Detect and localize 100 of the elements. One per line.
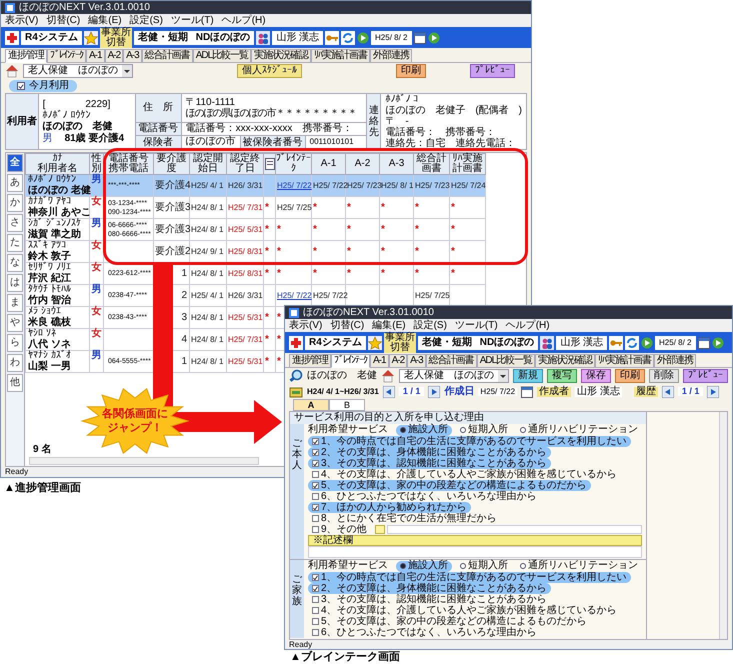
tab[interactable]: ﾘﾊ実施計画書	[595, 354, 654, 368]
action-button[interactable]: ﾌﾟﾚﾋﾞｭｰ	[470, 64, 515, 78]
menu-item[interactable]: ヘルプ(H)	[506, 320, 550, 330]
radio-option[interactable]: 短期入所	[456, 424, 512, 436]
menu-item[interactable]: 表示(V)	[5, 16, 38, 26]
index-tab[interactable]: た	[7, 234, 23, 252]
date-field[interactable]: H25/ 8/ 2	[371, 30, 412, 44]
action-button[interactable]: 削除	[649, 369, 679, 383]
checkbox-option[interactable]: 6、ひとつふたつではなく、いろいろな理由から	[308, 491, 541, 502]
tab[interactable]: A-2	[104, 49, 124, 63]
previous-icon[interactable]	[662, 386, 674, 398]
next-icon[interactable]	[428, 386, 440, 398]
filter-chip[interactable]: 今月利用	[9, 80, 77, 92]
index-tab[interactable]: 他	[7, 374, 23, 392]
index-tab[interactable]: 全	[7, 154, 23, 172]
tab[interactable]: 総合計画書	[426, 354, 477, 368]
menu-item[interactable]: 表示(V)	[289, 320, 322, 330]
tab[interactable]: 実施状況確認	[535, 354, 596, 368]
index-tab[interactable]: か	[7, 194, 23, 212]
index-tab[interactable]: な	[7, 254, 23, 272]
checkbox-option[interactable]: 6、ひとつふたつではなく、いろいろな理由から	[308, 627, 541, 638]
menu-item[interactable]: 編集(E)	[88, 16, 122, 26]
tab[interactable]: ﾌﾞﾚｲﾝﾃｰｸ	[47, 49, 86, 63]
index-tab[interactable]: ら	[7, 334, 23, 352]
office-switch-button[interactable]: 事業所切替	[384, 332, 416, 352]
next-icon[interactable]	[707, 386, 720, 398]
author-field[interactable]: 山形 漢志	[575, 386, 622, 396]
calendar-icon[interactable]	[414, 32, 426, 44]
checkbox-option[interactable]: 1、今の時点では自宅の生活に支障があるのでサービスを利用したい	[308, 572, 631, 583]
service-dropdown[interactable]: 老人保健 ほのぼの	[23, 64, 133, 78]
menu-item[interactable]: 切替(C)	[330, 320, 364, 330]
previous-icon[interactable]	[382, 386, 395, 398]
action-button[interactable]: 印刷	[615, 369, 645, 383]
tab[interactable]: A-1	[370, 354, 389, 368]
key-icon[interactable]	[609, 336, 624, 350]
toolbox-icon[interactable]	[289, 384, 303, 398]
people-icon[interactable]	[540, 336, 554, 350]
refresh-icon[interactable]	[341, 30, 356, 44]
refresh-icon[interactable]	[625, 336, 640, 350]
index-tab[interactable]: わ	[7, 354, 23, 372]
index-tab[interactable]: は	[7, 274, 23, 292]
menu-item[interactable]: 設定(S)	[130, 16, 163, 26]
radio-option[interactable]: 短期入所	[456, 560, 512, 572]
index-tab[interactable]: ま	[7, 294, 23, 312]
vertical-scrollbar[interactable]	[719, 412, 727, 639]
card-icon[interactable]	[264, 158, 274, 170]
checkbox-option[interactable]: 3、その支障は、認知機能に困難なことがあるから	[308, 458, 551, 469]
tab[interactable]: 総合計画書	[142, 49, 193, 63]
plus-icon[interactable]	[5, 30, 19, 44]
checkbox-option[interactable]: 3、その支障は、認知機能に困難なことがあるから	[308, 594, 551, 605]
action-button[interactable]: 新規	[513, 369, 543, 383]
radio-option[interactable]: 通所リハビリテーション	[516, 560, 642, 572]
dropdown-caret-icon[interactable]	[498, 370, 508, 382]
tab[interactable]: 外部連携	[654, 354, 696, 368]
tab[interactable]: B	[329, 399, 365, 411]
tab[interactable]: ADL比較一覧	[476, 354, 536, 368]
action-button[interactable]: 保存	[581, 369, 611, 383]
checkbox-option[interactable]: 2、その支障は、身体機能に困難なことがあるから	[308, 447, 551, 458]
dropdown-caret-icon[interactable]	[122, 65, 132, 77]
house-icon[interactable]	[5, 64, 19, 78]
checkbox-option[interactable]: 7、ほかの人から勧められたから	[308, 502, 471, 513]
house-icon[interactable]	[381, 369, 395, 383]
color-swatch-icon[interactable]	[374, 525, 385, 534]
horizontal-scrollbar[interactable]	[29, 457, 259, 465]
checkbox-option[interactable]: 1、今の時点では自宅の生活に支障があるのでサービスを利用したい	[308, 436, 631, 447]
menu-item[interactable]: 切替(C)	[46, 16, 80, 26]
tab[interactable]: 実施状況確認	[251, 49, 312, 63]
checkbox-option[interactable]: 2、その支障は、身体機能に困難なことがあるから	[308, 583, 551, 594]
tab[interactable]: ADL比較一覧	[192, 49, 252, 63]
menu-item[interactable]: 設定(S)	[414, 320, 447, 330]
key-icon[interactable]	[325, 30, 340, 44]
tab[interactable]: A-3	[407, 354, 426, 368]
calendar-icon[interactable]	[521, 386, 534, 398]
checkbox-option[interactable]: 5、その支障は、家の中の段差などの構造によるものだから	[308, 616, 591, 627]
index-tab[interactable]: さ	[7, 214, 23, 232]
index-tab[interactable]: や	[7, 314, 23, 332]
tab[interactable]: A-1	[86, 49, 105, 63]
menu-item[interactable]: ツール(T)	[170, 16, 214, 26]
menu-item[interactable]: 編集(E)	[372, 320, 406, 330]
action-button[interactable]: 個人ｽｹｼﾞｭｰﾙ	[237, 64, 302, 78]
radio-option[interactable]: 施設入所	[396, 424, 452, 436]
other-input-field[interactable]	[386, 525, 642, 534]
index-tab[interactable]: あ	[7, 174, 23, 192]
tab[interactable]: A	[293, 399, 329, 411]
tab[interactable]: 進捗管理	[289, 354, 331, 368]
tab[interactable]: ﾘﾊ実施計画書	[311, 49, 370, 63]
table-row[interactable]: ｽｽﾞｷ ｱﾂｺ 鈴木 敦子 女 要介護2H24/ 9/ 1 H25/ 8/31 * * * * * * *	[26, 240, 486, 262]
tab[interactable]: A-3	[123, 49, 142, 63]
calendar-icon[interactable]	[698, 336, 710, 348]
office-switch-button[interactable]: 事業所切替	[100, 28, 132, 48]
people-icon[interactable]	[256, 30, 270, 44]
search-icon[interactable]	[289, 369, 303, 383]
radio-option[interactable]: 通所リハビリテーション	[516, 424, 642, 436]
date-field[interactable]: H25/ 8/ 2	[655, 336, 696, 350]
plus-icon[interactable]	[289, 336, 303, 350]
tab[interactable]: 外部連携	[370, 49, 412, 63]
tab[interactable]: ﾌﾞﾚｲﾝﾃｰｸ	[331, 354, 370, 368]
action-button[interactable]: 複写	[547, 369, 577, 383]
action-button[interactable]: 印刷	[396, 64, 426, 78]
tab[interactable]: A-2	[388, 354, 408, 368]
